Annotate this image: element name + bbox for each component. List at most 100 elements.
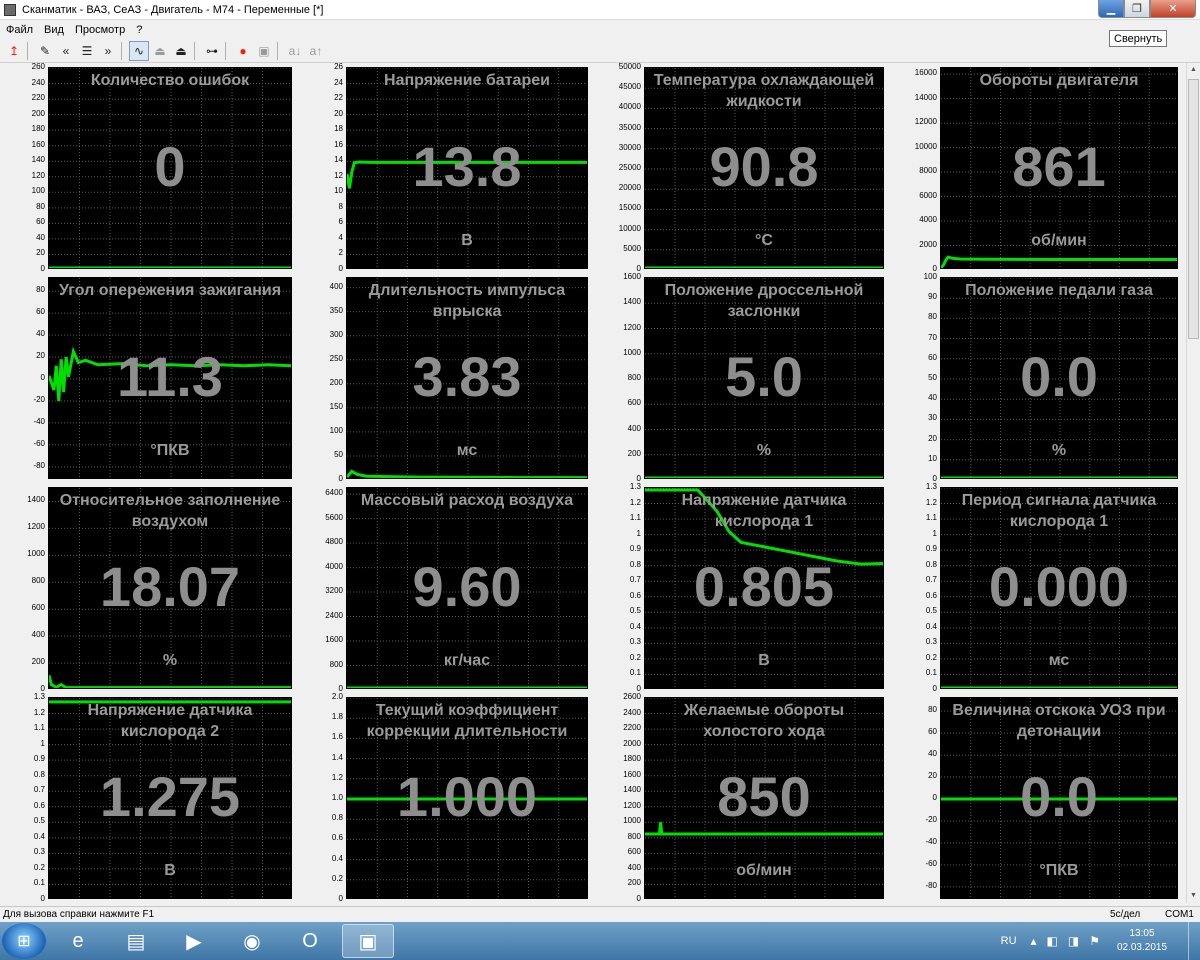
font-down-icon[interactable]: a↓ [285, 41, 305, 61]
save-icon[interactable]: ▣ [254, 41, 274, 61]
maximize-button[interactable]: ❐ [1124, 0, 1150, 18]
flag-icon[interactable]: ⚑ [1089, 934, 1100, 948]
gauge-panel[interactable]: 0 2 4 6 8 10 12 14 16 18 20 22 24 26 Напряжение батаре… [298, 63, 596, 273]
y-tick-label: 12000 [914, 117, 937, 127]
record-icon[interactable]: ● [233, 41, 253, 61]
gauge-value: 850 [717, 765, 811, 828]
y-tick-label: 600 [627, 847, 641, 857]
vertical-scrollbar[interactable]: ▲ ▼ [1186, 63, 1200, 903]
y-tick-label: 1.2 [629, 497, 641, 507]
y-tick-label: 0.8 [925, 559, 937, 569]
y-tick-label: 1 [636, 528, 641, 538]
gauge-panel[interactable]: 0 200 400 600 800 1000 1200 1400 1600 Положение д… [596, 273, 892, 483]
gauge-unit: °С [755, 232, 773, 249]
graph-down-icon[interactable]: ⏏ [171, 41, 191, 61]
menu-item-3[interactable]: ? [136, 24, 142, 36]
connect-icon[interactable]: ↥ [4, 41, 24, 61]
gauge-panel[interactable]: -80 -60 -40 -20 0 20 40 60 80 Величина отскока УО… [892, 693, 1186, 903]
pulse-icon[interactable]: ⊶ [202, 41, 222, 61]
gauge-panel[interactable]: 0 200 400 600 800 1000 1200 1400 Относительное з… [0, 483, 300, 693]
y-tick-label: 0 [338, 474, 343, 483]
volume-icon[interactable]: ◨ [1068, 934, 1079, 948]
tray-expand-icon[interactable]: ▴ [1031, 934, 1037, 948]
menu-item-1[interactable]: Вид [44, 24, 64, 36]
scroll-down-icon[interactable]: ▼ [1187, 889, 1200, 903]
gauge-unit: % [162, 652, 178, 669]
scroll-thumb[interactable] [1188, 79, 1199, 339]
font-up-icon[interactable]: a↑ [306, 41, 326, 61]
gauge-panel[interactable]: 0 20 40 60 80 100 120 140 160 180 200 220 240 260 Коли… [0, 63, 300, 273]
graph-mode-icon[interactable]: ∿ [129, 40, 149, 61]
y-tick-label: 180 [31, 124, 45, 134]
gauge-title: Угол опережения зажигания [58, 282, 282, 299]
graph-up-icon[interactable]: ⏏ [150, 41, 170, 61]
edit-icon[interactable]: ✎ [35, 41, 55, 61]
taskbar-app-3[interactable]: ◉ [226, 924, 278, 958]
y-tick-label: 0.8 [331, 813, 343, 823]
y-tick-label: 0.7 [629, 575, 641, 585]
y-tick-label: 1 [40, 738, 45, 748]
y-tick-label: 1000 [27, 549, 45, 559]
taskbar-app-5[interactable]: ▣ [342, 924, 394, 958]
y-tick-label: 0.9 [33, 754, 45, 764]
gauge-unit: В [758, 652, 770, 669]
gauge-panel[interactable]: 0 0.1 0.2 0.3 0.4 0.5 0.6 0.7 0.8 0.9 1 1.1 1.2 1.3 Пе… [892, 483, 1186, 693]
y-tick-label: 0.4 [33, 831, 45, 841]
y-tick-label: 0.1 [925, 668, 937, 678]
language-indicator[interactable]: RU [1001, 935, 1017, 947]
status-time-scale: 5с/дел [1110, 909, 1141, 920]
gauge-plot: Обороты двигателя 861 об/мин [940, 67, 1178, 269]
taskbar-app-4[interactable]: O [284, 924, 336, 958]
y-tick-label: 0.2 [629, 652, 641, 662]
toolbar: ↥ ✎ «☰» ∿ ⏏ ⏏ ⊶ ● ▣ a↓ a↑ [0, 39, 1200, 63]
y-tick-label: 20 [36, 351, 45, 361]
gauge-title: Текущий коэффициент коррекции длительнос… [366, 702, 568, 740]
gauge-value: 0 [154, 135, 186, 198]
prev-icon[interactable]: « [56, 41, 76, 61]
clock[interactable]: 13:05 02.03.2015 [1110, 927, 1174, 955]
gauge-panel[interactable]: 0 50 100 150 200 250 300 350 400 Длительность имп… [298, 273, 596, 483]
menu-item-2[interactable]: Просмотр [75, 24, 125, 36]
network-icon[interactable]: ◧ [1047, 934, 1058, 948]
menu-item-0[interactable]: Файл [6, 24, 33, 36]
y-tick-label: 0.4 [629, 621, 641, 631]
y-tick-label: 14000 [914, 92, 937, 102]
close-button[interactable]: ✕ [1150, 0, 1196, 18]
y-tick-label: 1600 [325, 635, 343, 645]
y-tick-label: 100 [923, 272, 937, 281]
next-icon[interactable]: » [98, 41, 118, 61]
y-axis: 0 800 1600 2400 3200 4000 4800 5600 6400 [298, 483, 346, 693]
gauge-panel[interactable]: 0 2000 4000 6000 8000 10000 12000 14000 16000 Обо… [892, 63, 1186, 273]
y-tick-label: 2400 [623, 707, 641, 717]
y-tick-label: 4 [338, 232, 343, 242]
show-desktop-button[interactable] [1188, 922, 1200, 960]
gauge-panel[interactable]: 0 200 400 600 800 1000 1200 1400 1600 1800 2000 220… [596, 693, 892, 903]
gauge-panel[interactable]: 0 0.1 0.2 0.3 0.4 0.5 0.6 0.7 0.8 0.9 1 1.1 1.2 1.3 На… [0, 693, 300, 903]
gauge-title: Напряжение датчика кислорода 1 [681, 492, 847, 530]
gauge-panel[interactable]: 0 800 1600 2400 3200 4000 4800 5600 6400 Массовый… [298, 483, 596, 693]
y-tick-label: 26 [334, 62, 343, 71]
gauge-value: 0.0 [1020, 345, 1098, 408]
list-icon[interactable]: ☰ [77, 41, 97, 61]
gauge-plot: Длительность импульса впрыска 3.83 мс [346, 277, 588, 479]
taskbar-app-0[interactable]: e [52, 924, 104, 958]
gauge-plot: Период сигнала датчика кислорода 1 0.000 м… [940, 487, 1178, 689]
scroll-up-icon[interactable]: ▲ [1187, 63, 1200, 77]
gauge-panel[interactable]: 0 10 20 30 40 50 60 70 80 90 100 Положение педали г… [892, 273, 1186, 483]
gauge-unit: °ПКВ [150, 442, 190, 459]
taskbar-app-2[interactable]: ▶ [168, 924, 220, 958]
gauge-panel[interactable]: 0 0.1 0.2 0.3 0.4 0.5 0.6 0.7 0.8 0.9 1 1.1 1.2 1.3 На… [596, 483, 892, 693]
minimize-button[interactable]: ▁ [1098, 0, 1124, 18]
gauge-panel[interactable]: 0 5000 10000 15000 20000 25000 30000 35000 40000… [596, 63, 892, 273]
taskbar-app-1[interactable]: ▤ [110, 924, 162, 958]
y-tick-label: 4000 [325, 561, 343, 571]
y-tick-label: 0.7 [925, 575, 937, 585]
y-tick-label: -80 [925, 880, 937, 890]
y-tick-label: 140 [31, 155, 45, 165]
y-tick-label: 100 [31, 186, 45, 196]
gauge-panel[interactable]: 0 0.2 0.4 0.6 0.8 1.0 1.2 1.4 1.6 1.8 2.0 Текущий к… [298, 693, 596, 903]
scanmatik-icon: ▣ [358, 930, 378, 953]
y-tick-label: -20 [33, 394, 45, 404]
start-button[interactable]: ⊞ [2, 923, 46, 959]
gauge-panel[interactable]: -80 -60 -40 -20 0 20 40 60 80 Угол опережения заж… [0, 273, 300, 483]
